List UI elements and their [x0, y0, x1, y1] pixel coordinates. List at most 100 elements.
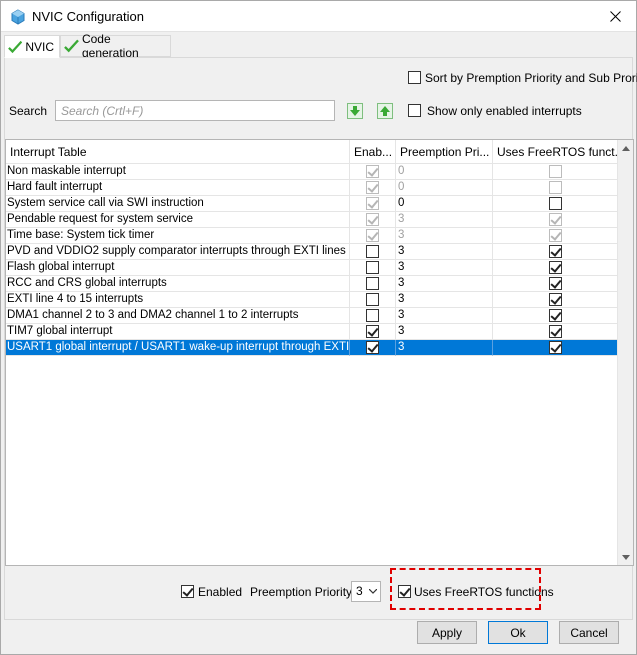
- row-enabled-checkbox: [366, 165, 379, 178]
- interrupt-name-cell: Pendable request for system service: [6, 212, 350, 228]
- row-freertos-checkbox[interactable]: [548, 261, 562, 274]
- preemption-priority-cell[interactable]: 3: [396, 292, 493, 308]
- column-header-freertos[interactable]: Uses FreeRTOS funct...: [493, 140, 618, 164]
- search-up-button[interactable]: [375, 101, 395, 121]
- checkmark-icon: [8, 40, 23, 53]
- show-enabled-checkbox[interactable]: [408, 104, 421, 117]
- row-freertos-checkbox[interactable]: [548, 325, 562, 338]
- search-label: Search: [9, 104, 48, 118]
- row-freertos-checkbox[interactable]: [548, 245, 562, 258]
- preemption-priority-cell[interactable]: 3: [396, 324, 493, 340]
- enabled-checkbox[interactable]: [181, 585, 194, 598]
- row-freertos-checkbox[interactable]: [548, 309, 562, 322]
- arrow-down-icon: [347, 103, 363, 119]
- interrupt-name-cell: Hard fault interrupt: [6, 180, 350, 196]
- row-freertos-checkbox: [548, 165, 562, 178]
- table-row[interactable]: PVD and VDDIO2 supply comparator interru…: [6, 244, 618, 260]
- row-freertos-checkbox[interactable]: [548, 293, 562, 306]
- table-row[interactable]: Non maskable interrupt 0: [6, 164, 618, 180]
- row-enabled-checkbox[interactable]: [366, 261, 379, 274]
- interrupt-name-cell: Non maskable interrupt: [6, 164, 350, 180]
- table-row[interactable]: USART1 global interrupt / USART1 wake-up…: [6, 340, 618, 356]
- column-header-priority[interactable]: Preemption Pri...: [396, 140, 493, 164]
- table-row[interactable]: Time base: System tick timer 3: [6, 228, 618, 244]
- column-header-enabled[interactable]: Enab...: [350, 140, 396, 164]
- table-row[interactable]: EXTI line 4 to 15 interrupts 3: [6, 292, 618, 308]
- row-enabled-checkbox[interactable]: [366, 309, 379, 322]
- enabled-cell: [350, 164, 396, 180]
- row-freertos-checkbox[interactable]: [548, 197, 562, 210]
- enabled-cell: [350, 324, 396, 340]
- enabled-cell: [350, 196, 396, 212]
- interrupt-name-cell: System service call via SWI instruction: [6, 196, 350, 212]
- row-freertos-checkbox: [548, 181, 562, 194]
- sort-label: Sort by Premption Priority and Sub Prori…: [425, 71, 637, 85]
- enabled-cell: [350, 228, 396, 244]
- tab-code-generation[interactable]: Code generation: [60, 32, 171, 60]
- column-header-interrupt[interactable]: Interrupt Table: [6, 140, 350, 164]
- table-header: Interrupt Table Enab... Preemption Pri..…: [6, 140, 618, 164]
- priority-value: 3: [356, 584, 363, 598]
- enabled-cell: [350, 340, 396, 356]
- close-icon: [609, 11, 621, 22]
- preemption-priority-cell: 3: [396, 212, 493, 228]
- freertos-cell: [493, 180, 618, 196]
- freertos-cell: [493, 164, 618, 180]
- table-row[interactable]: Flash global interrupt 3: [6, 260, 618, 276]
- ok-button[interactable]: Ok: [488, 621, 548, 644]
- row-freertos-checkbox[interactable]: [548, 277, 562, 290]
- table-row[interactable]: Hard fault interrupt 0: [6, 180, 618, 196]
- preemption-priority-cell[interactable]: 3: [396, 244, 493, 260]
- checkmark-icon: [64, 39, 79, 53]
- enabled-cell: [350, 212, 396, 228]
- apply-button[interactable]: Apply: [417, 621, 477, 644]
- row-freertos-checkbox: [548, 229, 562, 242]
- preemption-priority-cell[interactable]: 3: [396, 308, 493, 324]
- row-freertos-checkbox[interactable]: [548, 341, 562, 354]
- row-enabled-checkbox[interactable]: [366, 325, 379, 338]
- row-enabled-checkbox: [366, 213, 379, 226]
- sort-checkbox[interactable]: [408, 71, 421, 84]
- table-row[interactable]: System service call via SWI instruction 0: [6, 196, 618, 212]
- preemption-priority-select[interactable]: 3: [351, 581, 381, 602]
- scroll-down-icon[interactable]: [618, 549, 634, 565]
- enabled-cell: [350, 260, 396, 276]
- row-enabled-checkbox: [366, 181, 379, 194]
- preemption-priority-cell[interactable]: 0: [396, 196, 493, 212]
- table-row[interactable]: RCC and CRS global interrupts 3: [6, 276, 618, 292]
- search-down-button[interactable]: [345, 101, 365, 121]
- nvic-panel: Sort by Premption Priority and Sub Prori…: [4, 57, 637, 620]
- close-button[interactable]: [594, 1, 636, 32]
- cancel-button[interactable]: Cancel: [559, 621, 619, 644]
- table-row[interactable]: Pendable request for system service 3: [6, 212, 618, 228]
- freertos-cell: [493, 276, 618, 292]
- row-enabled-checkbox[interactable]: [366, 277, 379, 290]
- freertos-cell: [493, 212, 618, 228]
- row-enabled-checkbox[interactable]: [366, 341, 379, 354]
- enabled-cell: [350, 292, 396, 308]
- freertos-cell: [493, 244, 618, 260]
- table-row[interactable]: DMA1 channel 2 to 3 and DMA2 channel 1 t…: [6, 308, 618, 324]
- interrupt-name-cell: RCC and CRS global interrupts: [6, 276, 350, 292]
- row-enabled-checkbox[interactable]: [366, 293, 379, 306]
- interrupt-name-cell: PVD and VDDIO2 supply comparator interru…: [6, 244, 350, 260]
- row-enabled-checkbox[interactable]: [366, 245, 379, 258]
- table-row[interactable]: TIM7 global interrupt 3: [6, 324, 618, 340]
- row-enabled-checkbox: [366, 229, 379, 242]
- preemption-priority-label: Preemption Priority: [250, 585, 353, 599]
- vertical-scrollbar[interactable]: [617, 140, 633, 565]
- interrupt-name-cell: Time base: System tick timer: [6, 228, 350, 244]
- preemption-priority-cell[interactable]: 3: [396, 276, 493, 292]
- freertos-cell: [493, 308, 618, 324]
- preemption-priority-cell: 3: [396, 228, 493, 244]
- enabled-cell: [350, 180, 396, 196]
- show-enabled-label: Show only enabled interrupts: [427, 104, 582, 118]
- cube-icon: [11, 9, 25, 25]
- preemption-priority-cell[interactable]: 3: [396, 260, 493, 276]
- enabled-label: Enabled: [198, 585, 243, 599]
- tab-nvic[interactable]: NVIC: [4, 35, 60, 58]
- scroll-up-icon[interactable]: [618, 140, 634, 156]
- preemption-priority-cell[interactable]: 3: [396, 340, 493, 356]
- search-input[interactable]: [55, 100, 335, 121]
- interrupt-name-cell: Flash global interrupt: [6, 260, 350, 276]
